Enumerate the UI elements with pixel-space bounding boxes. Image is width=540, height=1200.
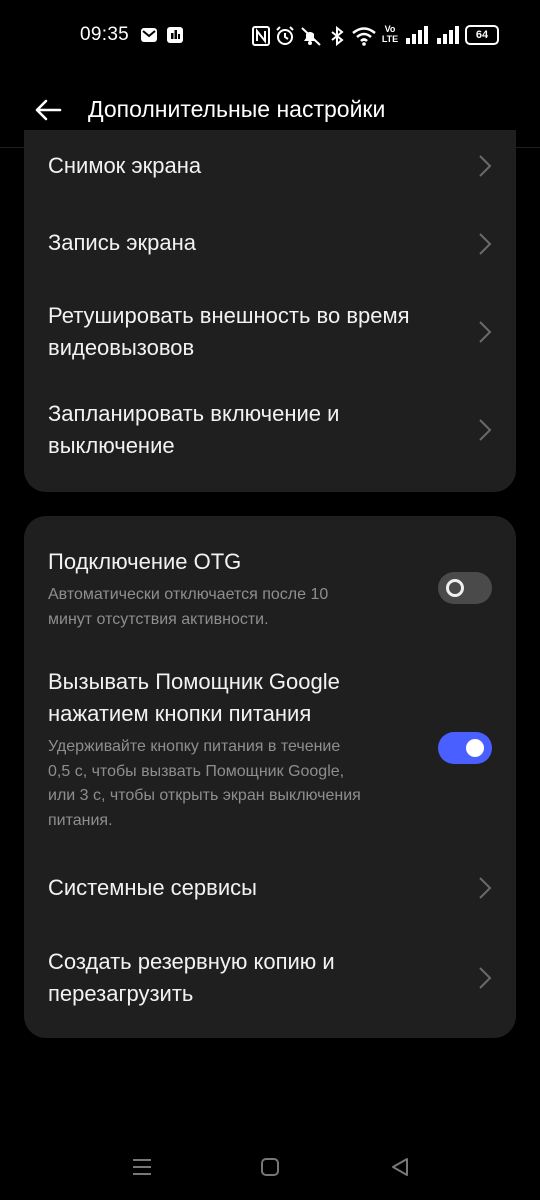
screen-record-label: Запись экрана [48, 230, 197, 255]
google-assistant-title-line1: Вызывать Помощник Google [48, 669, 340, 694]
volte-label-top: Vo [384, 24, 396, 34]
status-bar: 09:35 Vo LTE 64 [0, 0, 540, 72]
mail-icon [140, 26, 158, 49]
back-triangle-icon [392, 1158, 408, 1176]
chevron-right-icon [479, 321, 492, 343]
system-services-row[interactable]: Системные сервисы [24, 856, 516, 920]
screenshot-row[interactable]: Снимок экрана [24, 130, 516, 202]
battery-icon: 64 [465, 25, 499, 45]
schedule-power-label-line2: выключение [48, 433, 175, 458]
page-title: Дополнительные настройки [88, 96, 386, 122]
chevron-right-icon [479, 419, 492, 441]
volte-label-bottom: LTE [381, 34, 399, 44]
otg-subtitle-line1: Автоматически отключается после 10 [48, 586, 329, 603]
google-assistant-subtitle-line4: питания. [48, 812, 113, 829]
alarm-icon [275, 26, 295, 51]
back-button[interactable] [24, 90, 72, 130]
nfc-icon [252, 26, 270, 51]
google-assistant-toggle[interactable] [438, 732, 492, 764]
retouch-label-line2: видеовызовов [48, 335, 195, 360]
settings-card-2: Подключение OTG Автоматически отключаетс… [24, 516, 516, 1038]
home-button[interactable] [250, 1150, 290, 1184]
volte-icon: Vo LTE [381, 24, 399, 44]
otg-subtitle-line2: минут отсутствия активности. [48, 611, 269, 628]
otg-toggle[interactable] [438, 572, 492, 604]
bluetooth-icon [330, 25, 344, 51]
google-assistant-subtitle-line2: 0,5 с, чтобы вызвать Помощник Google, [48, 763, 345, 780]
status-time: 09:35 [80, 24, 130, 45]
google-assistant-row[interactable]: Вызывать Помощник Google нажатием кнопки… [24, 662, 516, 842]
system-services-label: Системные сервисы [48, 875, 257, 900]
chevron-right-icon [479, 155, 492, 177]
otg-row[interactable]: Подключение OTG Автоматически отключаетс… [24, 536, 516, 636]
toggle-knob [466, 739, 484, 757]
backup-reset-label-line1: Создать резервную копию и [48, 949, 335, 974]
system-back-button[interactable] [380, 1150, 420, 1184]
retouch-row[interactable]: Ретушировать внешность во время видеовыз… [24, 286, 516, 378]
settings-card-1: Снимок экрана Запись экрана Ретушировать… [24, 130, 516, 492]
screen: 09:35 Vo LTE 64 Дополнительные настройки… [0, 0, 540, 1200]
arrow-left-icon [35, 99, 62, 121]
schedule-power-row[interactable]: Запланировать включение и выключение [24, 386, 516, 478]
signal-2-icon [436, 26, 462, 49]
google-assistant-subtitle-line1: Удерживайте кнопку питания в течение [48, 738, 341, 755]
backup-reset-label-line2: перезагрузить [48, 981, 194, 1006]
home-icon [261, 1158, 279, 1176]
screenshot-label: Снимок экрана [48, 153, 202, 178]
google-assistant-subtitle-line3: или 3 с, чтобы открыть экран выключения [48, 787, 361, 804]
screen-record-row[interactable]: Запись экрана [24, 210, 516, 278]
backup-reset-row[interactable]: Создать резервную копию и перезагрузить [24, 932, 516, 1022]
chevron-right-icon [479, 233, 492, 255]
recent-apps-button[interactable] [122, 1150, 162, 1184]
mute-icon [300, 26, 322, 51]
toggle-knob [446, 579, 464, 597]
google-assistant-title-line2: нажатием кнопки питания [48, 701, 312, 726]
schedule-power-label-line1: Запланировать включение и [48, 401, 340, 426]
chevron-right-icon [479, 967, 492, 989]
chevron-right-icon [479, 877, 492, 899]
retouch-label-line1: Ретушировать внешность во время [48, 303, 410, 328]
battery-level: 64 [475, 29, 489, 41]
app-notification-icon [166, 26, 184, 49]
signal-icon [405, 26, 431, 49]
otg-title: Подключение OTG [48, 549, 242, 574]
navigation-bar [0, 1128, 540, 1200]
wifi-icon [352, 26, 376, 51]
menu-icon [133, 1159, 151, 1175]
